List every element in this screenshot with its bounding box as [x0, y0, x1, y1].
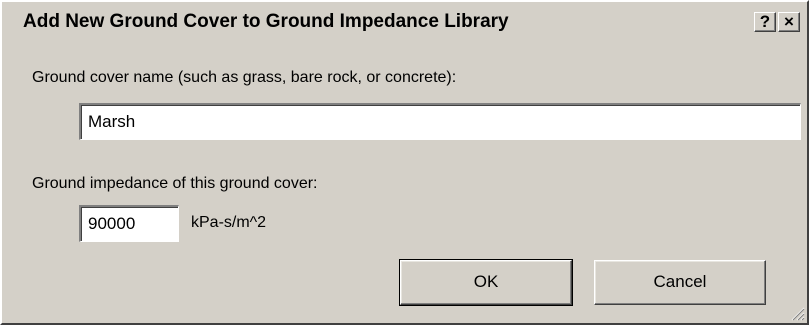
ok-button[interactable]: OK [399, 259, 573, 306]
title-bar[interactable]: Add New Ground Cover to Ground Impedance… [2, 2, 807, 42]
help-button[interactable]: ? [754, 12, 776, 32]
ground-cover-name-label: Ground cover name (such as grass, bare r… [32, 69, 457, 86]
resize-grip-icon[interactable] [789, 305, 805, 321]
cancel-button[interactable]: Cancel [594, 260, 766, 305]
impedance-units-label: kPa-s/m^2 [191, 214, 267, 231]
dialog-title: Add New Ground Cover to Ground Impedance… [23, 11, 509, 32]
ground-impedance-input[interactable] [79, 205, 179, 242]
dialog-window: Add New Ground Cover to Ground Impedance… [0, 0, 809, 325]
ground-cover-name-input[interactable] [79, 103, 801, 140]
ground-impedance-label: Ground impedance of this ground cover: [32, 175, 318, 192]
close-button[interactable]: × [778, 12, 800, 32]
